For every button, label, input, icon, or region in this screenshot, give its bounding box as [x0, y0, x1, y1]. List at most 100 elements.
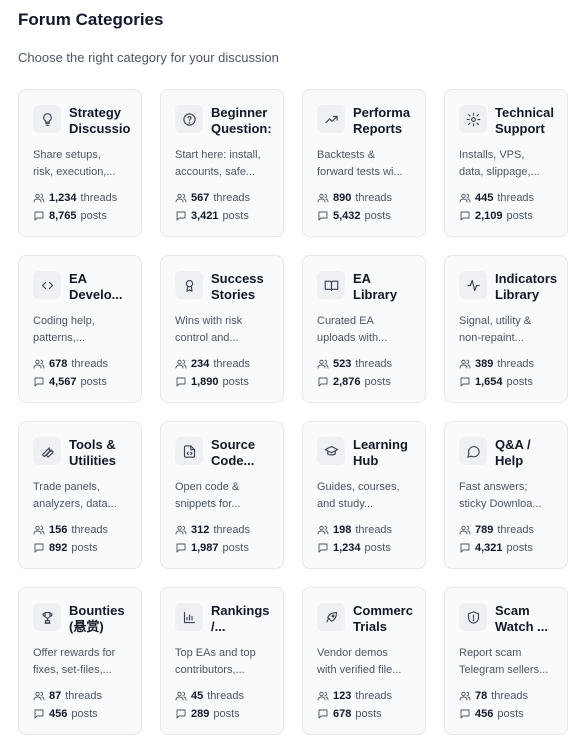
category-description: Trade panels, analyzers, data... [33, 481, 117, 510]
category-card[interactable]: Rankings /... Top EAs and top contributo… [160, 587, 284, 735]
thread-count-label: threads [497, 358, 535, 370]
thread-count: 78 threads [459, 689, 567, 703]
post-count-value: 456 [49, 708, 68, 720]
message-square-icon [318, 377, 328, 387]
thread-count-value: 123 [333, 690, 352, 702]
category-card[interactable]: Commerc Trials Vendor demos with verifie… [302, 587, 426, 735]
category-card[interactable]: Success Stories Wins with risk control a… [160, 255, 284, 403]
lightbulb-icon [33, 105, 61, 133]
category-name: Q&A / Help [495, 437, 531, 468]
category-header: Bounties (悬赏) [33, 602, 141, 634]
trophy-icon [33, 603, 61, 631]
users-icon [33, 525, 45, 535]
post-count: 2,109 posts [459, 209, 567, 223]
category-name: Learning Hub [353, 437, 408, 468]
category-name: Technical Support [495, 105, 555, 136]
category-header: Rankings /... [175, 602, 283, 634]
post-count: 4,567 posts [33, 375, 141, 389]
message-square-icon [318, 709, 328, 719]
users-icon [459, 691, 471, 701]
post-count-label: posts [364, 542, 391, 554]
category-description: Guides, courses, and study... [317, 481, 400, 510]
post-count: 289 posts [175, 707, 283, 721]
wrench-icon [33, 437, 61, 465]
page-subtitle: Choose the right category for your discu… [18, 50, 279, 65]
post-count-label: posts [497, 708, 524, 720]
category-card[interactable]: EA Library Curated EA uploads with... 52… [302, 255, 426, 403]
post-count-value: 1,987 [191, 542, 219, 554]
message-square-icon [176, 543, 186, 553]
users-icon [33, 359, 45, 369]
thread-count: 312 threads [175, 523, 283, 537]
category-card[interactable]: Learning Hub Guides, courses, and study.… [302, 421, 426, 569]
thread-count: 678 threads [33, 357, 141, 371]
category-card[interactable]: Technical Support Installs, VPS, data, s… [444, 89, 568, 237]
thread-count: 87 threads [33, 689, 141, 703]
thread-count-value: 789 [475, 524, 494, 536]
post-count-value: 1,890 [191, 376, 219, 388]
category-card[interactable]: Indicators Library Signal, utility & non… [444, 255, 568, 403]
message-square-icon [460, 709, 470, 719]
category-name: Beginner Question: [211, 105, 272, 136]
post-count: 456 posts [459, 707, 567, 721]
thread-count: 445 threads [459, 191, 567, 205]
post-count-value: 1,234 [333, 542, 361, 554]
category-description: Top EAs and top contributors,... [175, 647, 256, 676]
category-card[interactable]: Performa Reports Backtests & forward tes… [302, 89, 426, 237]
award-icon [175, 271, 203, 299]
post-count: 3,421 posts [175, 209, 283, 223]
category-header: Scam Watch ... [459, 602, 567, 634]
post-count-label: posts [222, 376, 249, 388]
category-description: Fast answers; sticky Downloa... [459, 481, 542, 510]
post-count-label: posts [506, 376, 533, 388]
category-name: Success Stories [211, 271, 264, 302]
post-count-value: 892 [49, 542, 68, 554]
category-header: Source Code... [175, 436, 283, 468]
category-card[interactable]: Bounties (悬赏) Offer rewards for fixes, s… [18, 587, 142, 735]
post-count-value: 3,421 [191, 210, 219, 222]
post-count-value: 2,109 [475, 210, 503, 222]
post-count-label: posts [222, 210, 249, 222]
thread-count-label: threads [497, 524, 535, 536]
category-header: Performa Reports [317, 104, 425, 136]
category-card[interactable]: Tools & Utilities Trade panels, analyzer… [18, 421, 142, 569]
post-count-label: posts [213, 708, 240, 720]
code-icon [33, 271, 61, 299]
post-count: 8,765 posts [33, 209, 141, 223]
users-icon [459, 525, 471, 535]
message-square-icon [460, 377, 470, 387]
thread-count-value: 45 [191, 690, 204, 702]
post-count: 1,890 posts [175, 375, 283, 389]
thread-count-label: threads [213, 524, 251, 536]
category-description: Installs, VPS, data, slippage,... [459, 149, 540, 178]
post-count-value: 4,321 [475, 542, 503, 554]
gear-icon [459, 105, 487, 133]
post-count-value: 1,654 [475, 376, 503, 388]
category-header: Commerc Trials [317, 602, 425, 634]
category-card[interactable]: Strategy Discussio Share setups, risk, e… [18, 89, 142, 237]
category-card[interactable]: Scam Watch ... Report scam Telegram sell… [444, 587, 568, 735]
users-icon [317, 359, 329, 369]
thread-count: 234 threads [175, 357, 283, 371]
category-header: EA Library [317, 270, 425, 302]
category-card[interactable]: Source Code... Open code & snippets for.… [160, 421, 284, 569]
post-count: 456 posts [33, 707, 141, 721]
thread-count-label: threads [497, 192, 535, 204]
thread-count-label: threads [71, 524, 109, 536]
users-icon [175, 691, 187, 701]
post-count: 4,321 posts [459, 541, 567, 555]
category-card[interactable]: Beginner Question: Start here: install, … [160, 89, 284, 237]
thread-count-value: 1,234 [49, 192, 77, 204]
thread-count-value: 567 [191, 192, 210, 204]
users-icon [175, 359, 187, 369]
users-icon [459, 359, 471, 369]
category-card[interactable]: EA Develo... Coding help, patterns,... 6… [18, 255, 142, 403]
category-name: Source Code... [211, 437, 256, 468]
book-open-icon [317, 271, 345, 299]
post-count-value: 678 [333, 708, 352, 720]
thread-count: 45 threads [175, 689, 283, 703]
category-header: Q&A / Help [459, 436, 567, 468]
category-description: Share setups, risk, execution,... [33, 149, 116, 178]
page-title: Forum Categories [18, 10, 164, 29]
category-card[interactable]: Q&A / Help Fast answers; sticky Downloa.… [444, 421, 568, 569]
